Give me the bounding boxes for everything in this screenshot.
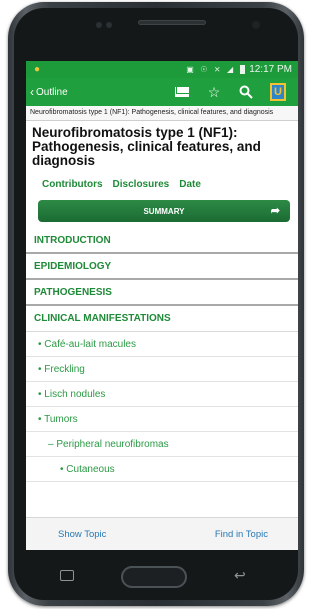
uptodate-logo-icon: U xyxy=(270,83,286,101)
outline-item-tumors[interactable]: • Tumors xyxy=(26,407,298,432)
app-actions: ☆ U xyxy=(166,78,294,106)
email-button[interactable] xyxy=(166,78,198,106)
back-to-outline-button[interactable]: ‹ Outline xyxy=(30,85,68,99)
find-in-topic-button[interactable]: Find in Topic xyxy=(215,529,268,540)
outline-item-peripheral-neurofibromas[interactable]: – Peripheral neurofibromas xyxy=(26,432,298,457)
star-icon: ☆ xyxy=(207,83,221,100)
outline-section-introduction[interactable]: INTRODUCTION xyxy=(26,228,298,254)
chevron-left-icon: ‹ xyxy=(30,85,34,99)
app-bar: ‹ Outline ☆ U xyxy=(26,78,298,106)
back-label: Outline xyxy=(36,86,68,98)
screen: ● ▣ ☉ ⨯ ◢ 12:17 PM ‹ Outline ☆ U Neurofi… xyxy=(26,61,298,550)
outline-section-clinical-manifestations[interactable]: CLINICAL MANIFESTATIONS xyxy=(26,306,298,332)
notification-icon: ● xyxy=(34,64,41,75)
recent-apps-button[interactable] xyxy=(60,570,74,581)
contributors-link[interactable]: Contributors xyxy=(42,179,103,190)
status-bar: ● ▣ ☉ ⨯ ◢ 12:17 PM xyxy=(26,61,298,78)
page-title: Neurofibromatosis type 1 (NF1): Pathogen… xyxy=(32,125,261,168)
outline-item-lisch-nodules[interactable]: • Lisch nodules xyxy=(26,382,298,407)
outline-section-epidemiology[interactable]: EPIDEMIOLOGY xyxy=(26,254,298,280)
bookmark-button[interactable]: ☆ xyxy=(198,78,230,106)
outline-item-cafe-au-lait[interactable]: • Café-au-lait macules xyxy=(26,332,298,357)
front-camera-icon xyxy=(252,21,260,29)
bottom-toolbar: Show Topic Find in Topic xyxy=(26,517,298,550)
summary-button[interactable]: SUMMARY ➦ xyxy=(38,200,290,222)
hardware-back-button[interactable]: ↩ xyxy=(234,567,246,584)
earpiece-speaker xyxy=(138,20,206,25)
summary-label: SUMMARY xyxy=(143,206,185,216)
topic-meta-links: Contributors Disclosures Date xyxy=(26,168,298,190)
status-time: 12:17 PM xyxy=(249,64,292,75)
outline-section-pathogenesis[interactable]: PATHOGENESIS xyxy=(26,280,298,306)
mail-icon xyxy=(175,87,189,97)
disclosures-link[interactable]: Disclosures xyxy=(113,179,170,190)
uptodate-home-button[interactable]: U xyxy=(262,78,294,106)
search-icon xyxy=(239,85,253,99)
share-icon[interactable]: ➦ xyxy=(271,204,280,217)
topic-outline: INTRODUCTION EPIDEMIOLOGY PATHOGENESIS C… xyxy=(26,228,298,482)
home-button[interactable] xyxy=(121,566,187,588)
status-icons: ▣ ☉ ⨯ ◢ xyxy=(186,65,235,74)
outline-item-freckling[interactable]: • Freckling xyxy=(26,357,298,382)
sensor-icon xyxy=(96,22,102,28)
search-button[interactable] xyxy=(230,78,262,106)
outline-item-cutaneous[interactable]: • Cutaneous xyxy=(26,457,298,482)
battery-icon xyxy=(240,65,246,74)
sensor-icon xyxy=(106,22,112,28)
show-topic-button[interactable]: Show Topic xyxy=(58,529,106,540)
breadcrumb: Neurofibromatosis type 1 (NF1): Pathogen… xyxy=(26,106,298,121)
date-link[interactable]: Date xyxy=(179,179,201,190)
